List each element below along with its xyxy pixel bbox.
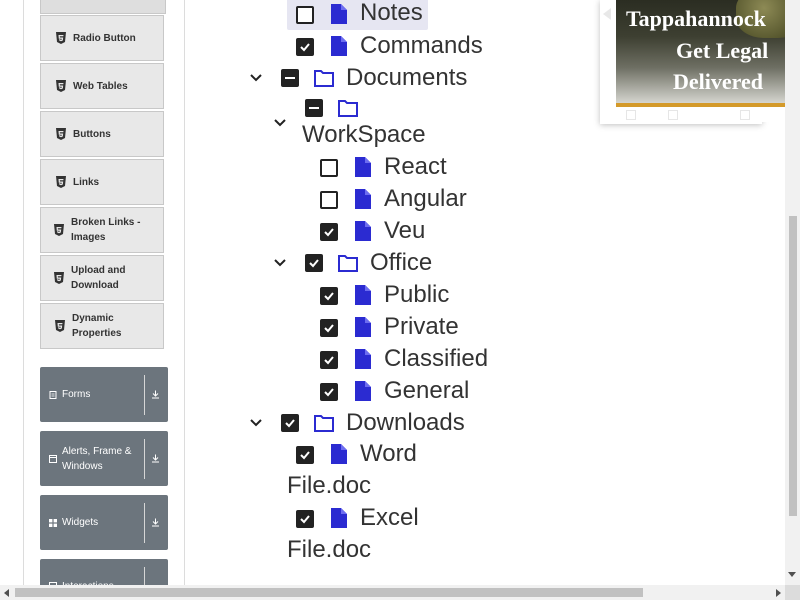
tree-node-classified[interactable]: Classified [0, 343, 500, 375]
node-label: General [384, 377, 470, 404]
checkbox-partial[interactable] [281, 69, 299, 87]
file-icon [331, 4, 347, 24]
file-icon [331, 36, 347, 56]
file-icon [331, 508, 347, 528]
checkbox-checked[interactable] [320, 223, 338, 241]
tree-node-documents[interactable]: Documents [0, 62, 500, 94]
node-label: React [384, 153, 447, 180]
node-label: Classified [384, 345, 489, 372]
node-label: Excel [360, 504, 419, 531]
horizontal-scrollbar-thumb[interactable] [15, 588, 643, 597]
checkbox-checked[interactable] [296, 38, 314, 56]
tree-node-public[interactable]: Public [0, 279, 500, 311]
file-icon [331, 444, 347, 464]
folder-icon [338, 100, 358, 117]
vertical-scrollbar-thumb[interactable] [789, 216, 797, 516]
ad-headline-line1: Tappahannock [626, 6, 766, 31]
tree-node-private[interactable]: Private [0, 311, 500, 343]
checkbox-unchecked[interactable] [296, 6, 314, 24]
checkbox-checked[interactable] [320, 383, 338, 401]
tree-node-notes[interactable]: Notes [0, 0, 440, 32]
ad-control-icon[interactable] [668, 110, 678, 120]
checkbox-checked[interactable] [320, 287, 338, 305]
checkbox-checked[interactable] [305, 254, 323, 272]
file-icon [355, 221, 371, 241]
node-label: Downloads [346, 409, 465, 436]
ad-headline-line3: Delivered [673, 69, 764, 94]
node-label: Notes [360, 0, 423, 26]
node-label: WorkSpace [302, 121, 426, 148]
folder-icon [338, 255, 358, 272]
file-icon [355, 317, 371, 337]
node-label: Private [384, 313, 459, 340]
scroll-left-arrow-icon[interactable] [4, 589, 9, 597]
ad-headline-line2: Get Legal [676, 38, 769, 63]
node-label: Word [360, 440, 417, 467]
checkbox-checked[interactable] [281, 414, 299, 432]
chevron-down-icon[interactable] [249, 71, 263, 85]
tree-node-commands[interactable]: Commands [0, 30, 500, 62]
checkbox-checked[interactable] [320, 351, 338, 369]
node-label: Office [370, 249, 433, 276]
ad-control-icon[interactable] [626, 110, 636, 120]
tree-node-angular[interactable]: Angular [0, 183, 500, 215]
checkbox-unchecked[interactable] [320, 159, 338, 177]
node-label-continued: File.doc [287, 536, 372, 563]
tree-node-word-file[interactable]: Word File.doc [0, 439, 500, 503]
tree-node-general[interactable]: General [0, 375, 500, 407]
ad-control-icon[interactable] [740, 110, 750, 120]
file-icon [355, 285, 371, 305]
node-label-continued: File.doc [287, 472, 372, 499]
tree-node-workspace[interactable]: WorkSpace [0, 94, 500, 158]
node-label: Angular [384, 185, 467, 212]
tree-node-downloads[interactable]: Downloads [0, 407, 500, 439]
tree-node-office[interactable]: Office [0, 247, 500, 279]
node-label: Commands [360, 32, 483, 59]
node-label: Veu [384, 217, 426, 244]
ad-nav-left-icon[interactable] [603, 8, 611, 20]
folder-icon [314, 70, 334, 87]
scrollbar-corner [785, 585, 800, 600]
tree-node-excel-file[interactable]: Excel File.doc [0, 503, 500, 567]
ad-footer [616, 107, 786, 122]
tree-node-veu[interactable]: Veu [0, 215, 500, 247]
folder-icon [314, 415, 334, 432]
file-icon [355, 189, 371, 209]
file-icon [355, 349, 371, 369]
checkbox-checked[interactable] [296, 510, 314, 528]
file-icon [355, 157, 371, 177]
file-icon [355, 381, 371, 401]
checkbox-partial[interactable] [305, 99, 323, 117]
checkbox-unchecked[interactable] [320, 191, 338, 209]
page: Radio Button Web Tables Buttons Links Br… [0, 0, 800, 600]
scroll-right-arrow-icon[interactable] [776, 589, 781, 597]
chevron-down-icon[interactable] [273, 256, 287, 270]
node-label: Public [384, 281, 450, 308]
chevron-down-icon[interactable] [273, 116, 287, 130]
node-label: Documents [346, 64, 468, 91]
scroll-down-arrow-icon[interactable] [788, 572, 796, 577]
checkbox-checked[interactable] [320, 319, 338, 337]
chevron-down-icon[interactable] [249, 416, 263, 430]
checkbox-checked[interactable] [296, 446, 314, 464]
tree-node-react[interactable]: React [0, 151, 500, 183]
